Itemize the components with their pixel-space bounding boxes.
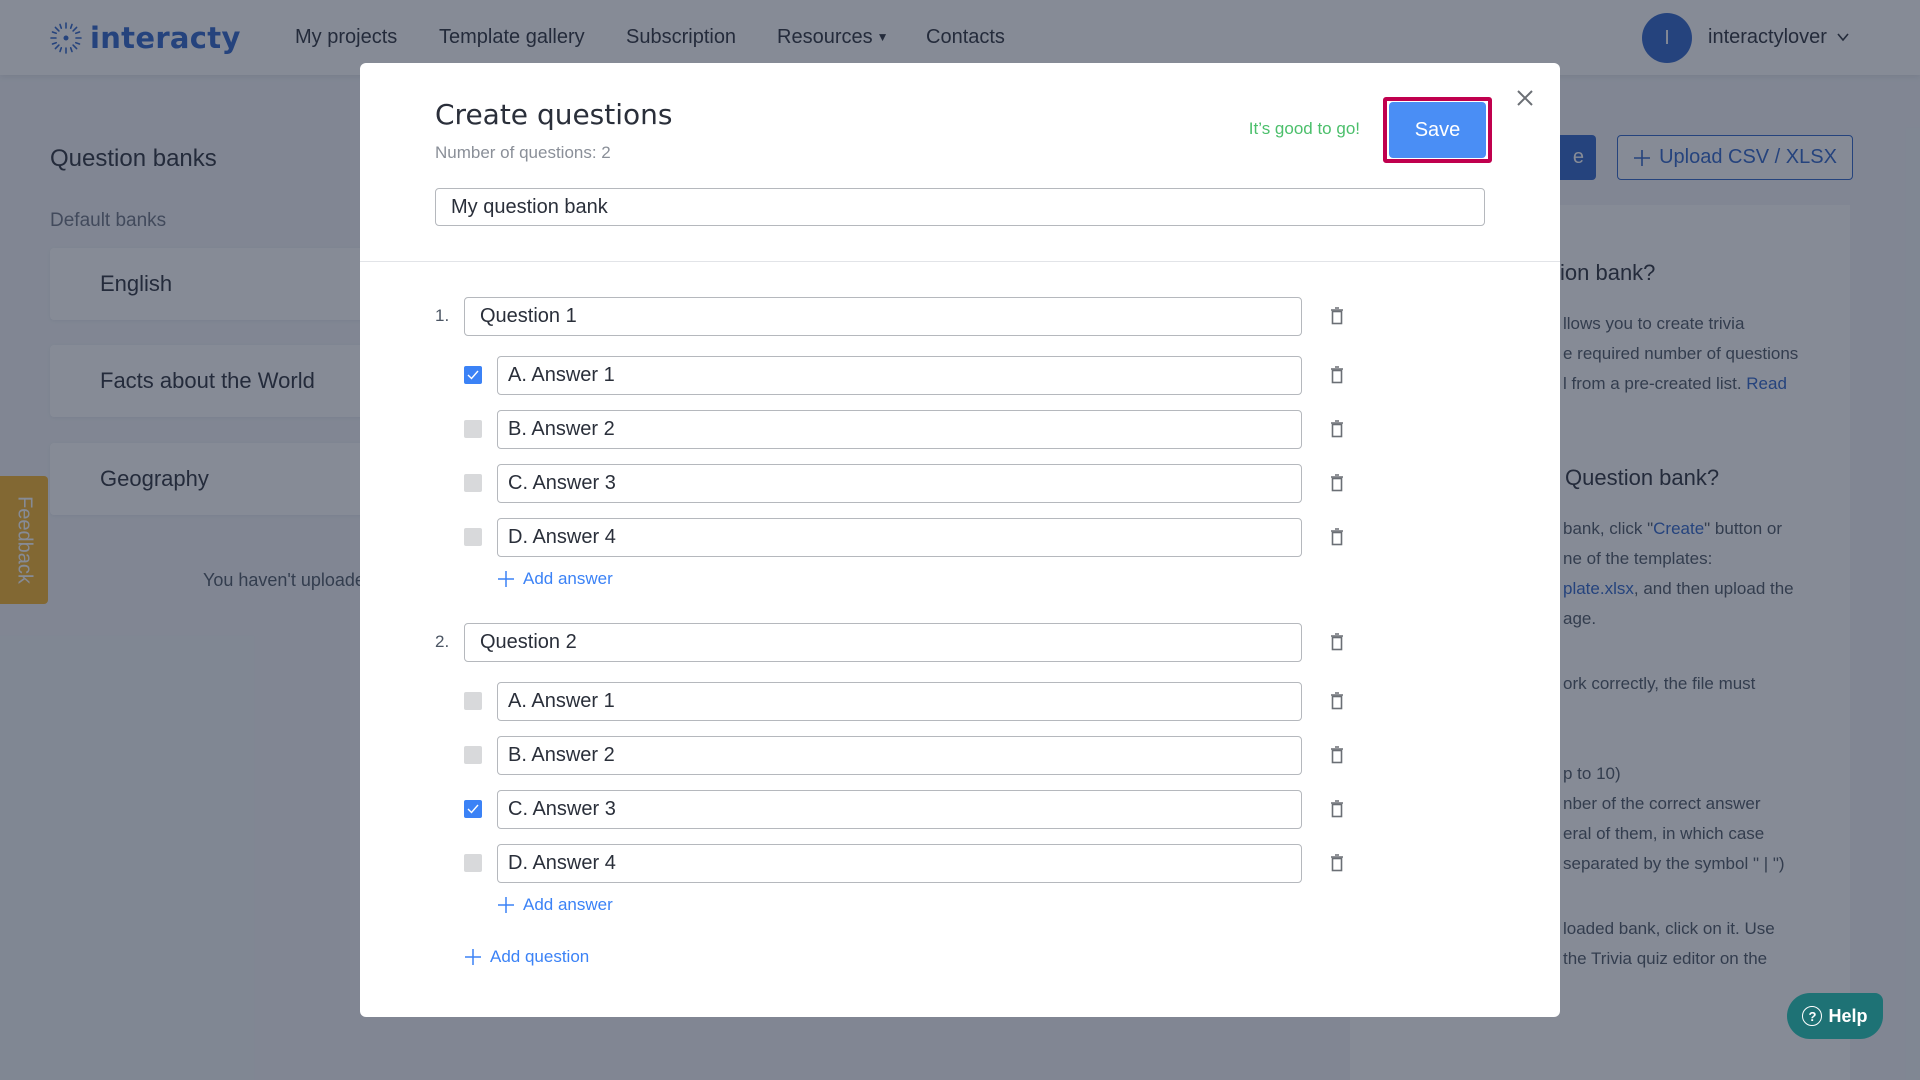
add-answer-label: Add answer: [523, 569, 613, 588]
delete-answer-trash-icon[interactable]: [1330, 692, 1344, 710]
delete-answer-trash-icon[interactable]: [1330, 528, 1344, 546]
plus-icon: [465, 949, 481, 965]
add-answer-button[interactable]: Add answer: [497, 569, 613, 589]
add-question-button[interactable]: Add question: [464, 947, 589, 967]
add-question-label: Add question: [490, 947, 590, 966]
correct-answer-checkbox[interactable]: [464, 692, 482, 710]
delete-answer-trash-icon[interactable]: [1330, 854, 1344, 872]
correct-answer-checkbox-checked[interactable]: [464, 366, 482, 384]
answer-input[interactable]: C. Answer 3: [497, 790, 1302, 829]
question-number: 1.: [435, 306, 450, 325]
answer-input[interactable]: D. Answer 4: [497, 518, 1302, 557]
save-button[interactable]: Save: [1389, 102, 1486, 158]
correct-answer-checkbox-checked[interactable]: [464, 800, 482, 818]
status-message: It’s good to go!: [1248, 119, 1360, 138]
plus-icon: [498, 897, 514, 913]
delete-answer-trash-icon[interactable]: [1330, 420, 1344, 438]
correct-answer-checkbox[interactable]: [464, 746, 482, 764]
question-input[interactable]: Question 2: [464, 623, 1302, 662]
add-answer-label: Add answer: [523, 895, 613, 914]
answer-input[interactable]: A. Answer 1: [497, 356, 1302, 395]
header-divider: [360, 261, 1560, 262]
question-number: 2.: [435, 632, 450, 651]
close-icon[interactable]: [1513, 86, 1537, 110]
answer-input[interactable]: A. Answer 1: [497, 682, 1302, 721]
question-input[interactable]: Question 1: [464, 297, 1302, 336]
question-count: Number of questions: 2: [435, 143, 611, 162]
correct-answer-checkbox[interactable]: [464, 528, 482, 546]
answer-input[interactable]: B. Answer 2: [497, 736, 1302, 775]
correct-answer-checkbox[interactable]: [464, 420, 482, 438]
help-button[interactable]: ? Help: [1787, 993, 1883, 1039]
bank-name-input[interactable]: My question bank: [435, 188, 1485, 226]
add-answer-button[interactable]: Add answer: [497, 895, 613, 915]
delete-question-trash-icon[interactable]: [1330, 307, 1344, 325]
delete-answer-trash-icon[interactable]: [1330, 474, 1344, 492]
answer-input[interactable]: D. Answer 4: [497, 844, 1302, 883]
plus-icon: [498, 571, 514, 587]
create-questions-modal: Create questions Number of questions: 2 …: [360, 63, 1560, 1017]
modal-title: Create questions: [435, 98, 673, 131]
question-circle-icon: ?: [1802, 1006, 1823, 1026]
help-label: Help: [1828, 1005, 1868, 1026]
correct-answer-checkbox[interactable]: [464, 474, 482, 492]
correct-answer-checkbox[interactable]: [464, 854, 482, 872]
answer-input[interactable]: B. Answer 2: [497, 410, 1302, 449]
delete-answer-trash-icon[interactable]: [1330, 366, 1344, 384]
answer-input[interactable]: C. Answer 3: [497, 464, 1302, 503]
delete-answer-trash-icon[interactable]: [1330, 800, 1344, 818]
delete-answer-trash-icon[interactable]: [1330, 746, 1344, 764]
delete-question-trash-icon[interactable]: [1330, 633, 1344, 651]
